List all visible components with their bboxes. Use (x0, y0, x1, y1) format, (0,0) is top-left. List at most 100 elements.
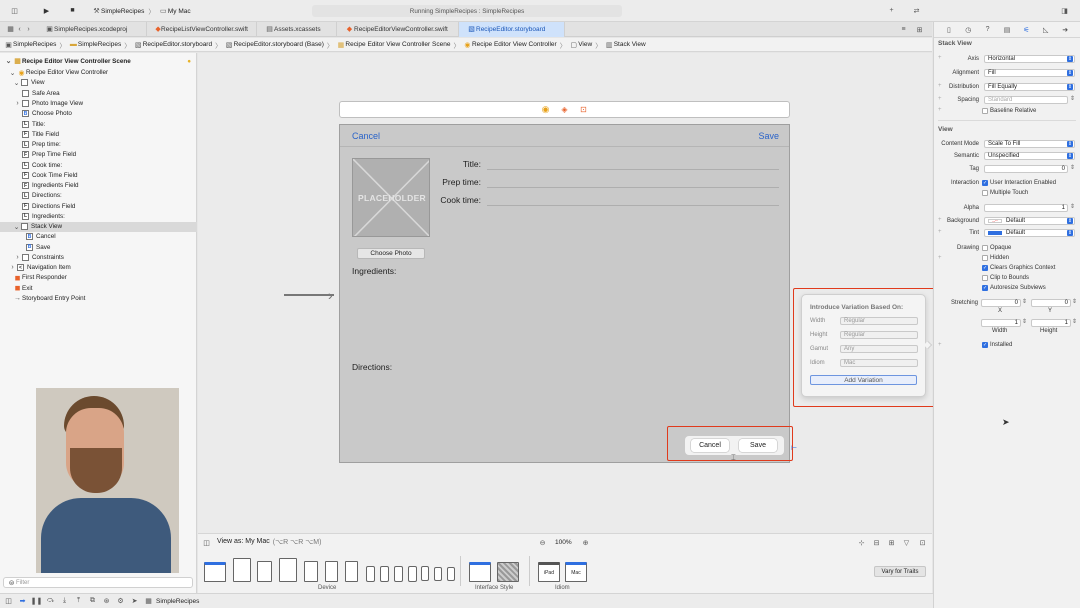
stretching-height-stepper-icon[interactable]: ⇕ (1072, 318, 1077, 325)
device-ipad-10[interactable] (345, 561, 358, 582)
outline-item[interactable]: Safe Area (0, 88, 197, 98)
interface-style-light[interactable] (469, 562, 491, 582)
photo-image-view[interactable]: PLACEHOLDER (352, 158, 430, 237)
breadcrumb-item[interactable]: ▧ RecipeEditor.storyboard 〉 (134, 40, 222, 50)
clip-to-bounds-checkbox[interactable] (982, 275, 988, 281)
background-popup[interactable]: Default (984, 217, 1075, 225)
hide-debug-icon[interactable]: ◫ (4, 597, 13, 606)
outline-item[interactable]: ◼ First Responder (0, 273, 197, 283)
stretching-x-field[interactable]: 0 (981, 299, 1021, 307)
recipe-editor-scene[interactable]: Cancel Save PLACEHOLDER Title: Prep time… (339, 124, 790, 463)
exit-icon[interactable]: ⊡ (579, 105, 588, 114)
idiom-ipad[interactable]: iPad (538, 562, 560, 582)
outline-item[interactable]: F Prep Time Field (0, 150, 197, 160)
memory-graph-icon[interactable]: ⊛ (102, 597, 111, 606)
vary-for-traits-button[interactable]: Vary for Traits (874, 566, 926, 577)
device-ipad-air[interactable] (304, 561, 318, 582)
pause-icon[interactable]: ❚❚ (31, 597, 43, 606)
breakpoints-icon[interactable]: ➡ (18, 597, 27, 606)
distribution-popup[interactable]: Fill Equally (984, 83, 1075, 91)
outline-item[interactable]: L Cook time: (0, 160, 197, 170)
outline-item[interactable]: F Title Field (0, 129, 197, 139)
split-editor-icon[interactable]: ⊞ (915, 25, 924, 34)
size-inspector-icon[interactable]: ◺ (1041, 25, 1050, 34)
stretching-height-field[interactable]: 1 (1031, 319, 1071, 327)
view-controller-icon[interactable]: ◉ (541, 104, 550, 114)
code-review-icon[interactable]: ⇄ (912, 6, 921, 15)
outline-item[interactable]: ⌄ ▦ Recipe Editor View Controller Scene ● (0, 56, 197, 66)
baseline-relative-checkbox[interactable] (982, 108, 988, 114)
attributes-inspector-icon[interactable]: ⚟ (1022, 25, 1031, 34)
view-as-button[interactable]: View as: My Mac (⌥R ⌥R ⌥M) (217, 538, 321, 546)
device-ipod[interactable] (447, 567, 455, 581)
breadcrumb-item[interactable]: ▧ RecipeEditor.storyboard (Base) 〉 (225, 40, 334, 50)
axis-popup[interactable]: Horizontal (984, 55, 1075, 63)
breadcrumb-item[interactable]: ▥ Stack View (605, 40, 646, 49)
add-constraints-icon[interactable]: ⊞ (887, 538, 896, 547)
device-ipad[interactable] (279, 558, 297, 582)
spacing-field[interactable]: Standard (984, 96, 1068, 104)
opaque-checkbox[interactable] (982, 245, 988, 251)
stop-icon[interactable]: ■ (68, 6, 77, 15)
tag-stepper-icon[interactable]: ⇕ (1070, 164, 1075, 171)
breadcrumb-item[interactable]: ▢ View 〉 (569, 40, 601, 50)
device-iphone-se[interactable] (421, 566, 429, 581)
resolve-issues-icon[interactable]: ▽ (902, 538, 911, 547)
outline-item[interactable]: › Photo Image View (0, 99, 197, 109)
stretching-width-field[interactable]: 1 (981, 319, 1021, 327)
outline-item[interactable]: › < Navigation Item (0, 263, 197, 273)
embed-in-icon[interactable]: ⊡ (918, 538, 927, 547)
run-icon[interactable]: ▶ (42, 6, 51, 15)
add-variation-icon[interactable]: + (938, 107, 942, 113)
inspector-toggle-icon[interactable]: ◨ (1060, 6, 1069, 15)
first-responder-icon[interactable]: ◈ (560, 105, 569, 114)
outline-item[interactable]: B Choose Photo (0, 109, 197, 119)
outline-item[interactable]: L Directions: (0, 191, 197, 201)
stretching-x-stepper-icon[interactable]: ⇕ (1022, 298, 1027, 305)
device-iphone-se-1[interactable] (434, 567, 442, 581)
clears-graphics-checkbox[interactable] (982, 265, 988, 271)
outline-filter-field[interactable]: ⊜ Filter (3, 577, 193, 588)
outline-item[interactable]: → Storyboard Entry Point (0, 293, 197, 303)
identity-inspector-icon[interactable]: ▤ (1003, 25, 1012, 34)
hidden-checkbox[interactable] (982, 255, 988, 261)
outline-item[interactable]: B Cancel (0, 232, 197, 242)
tab-assets[interactable]: ▤ Assets.xcassets (257, 21, 337, 37)
constraint-handle-icon[interactable]: ⊢ (791, 444, 797, 452)
add-variation-icon[interactable]: + (938, 83, 942, 89)
outline-item-selected[interactable]: ⌄ Stack View (0, 221, 197, 232)
spacing-stepper-icon[interactable]: ⇕ (1070, 95, 1075, 102)
nav-cancel-button[interactable]: Cancel (352, 131, 380, 141)
forward-icon[interactable]: › (24, 25, 33, 34)
breadcrumb-item[interactable]: ▣ SimpleRecipes 〉 (4, 40, 66, 50)
alpha-field[interactable]: 1 (984, 204, 1068, 212)
breadcrumb-item[interactable]: ◉ Recipe Editor View Controller 〉 (463, 40, 566, 50)
tab-recipeeditor-swift[interactable]: ◆ RecipeEditorViewController.swift (337, 21, 459, 37)
user-interaction-checkbox[interactable] (982, 180, 988, 186)
nav-save-button[interactable]: Save (758, 131, 779, 141)
history-inspector-icon[interactable]: ◷ (964, 25, 973, 34)
idiom-mac[interactable]: Mac (565, 562, 587, 582)
interface-style-dark[interactable] (497, 562, 519, 582)
device-ipad-pro-12[interactable] (233, 558, 251, 582)
add-variation-icon[interactable]: + (938, 342, 942, 348)
outline-item[interactable]: ⌄ View (0, 78, 197, 88)
device-ipad-mini[interactable] (325, 561, 338, 582)
outline-item[interactable]: B Save (0, 242, 197, 252)
content-mode-popup[interactable]: Scale To Fill (984, 140, 1075, 148)
outline-item[interactable]: F Directions Field (0, 201, 197, 211)
step-in-icon[interactable]: ⤓ (60, 597, 69, 606)
scheme-selector[interactable]: ⚒ SimpleRecipes 〉 ▭ My Mac (92, 6, 190, 17)
breadcrumb-item[interactable]: ▦ Recipe Editor View Controller Scene 〉 (336, 40, 460, 50)
breadcrumb-item[interactable]: ▬ SimpleRecipes 〉 (69, 40, 131, 50)
tab-recipelist-swift[interactable]: ◆ RecipeListViewController.swift (147, 21, 257, 37)
file-inspector-icon[interactable]: ▯ (944, 25, 953, 34)
sidebar-toggle-icon[interactable]: ◫ (10, 6, 19, 15)
device-ipad-pro-11[interactable] (257, 561, 272, 582)
cook-time-field[interactable] (487, 205, 779, 206)
outline-item[interactable]: F Ingredients Field (0, 181, 197, 191)
installed-checkbox[interactable] (982, 342, 988, 348)
zoom-in-icon[interactable]: ⊕ (581, 538, 590, 547)
update-frames-icon[interactable]: ⊹ (857, 538, 866, 547)
align-icon[interactable]: ⊟ (872, 538, 881, 547)
